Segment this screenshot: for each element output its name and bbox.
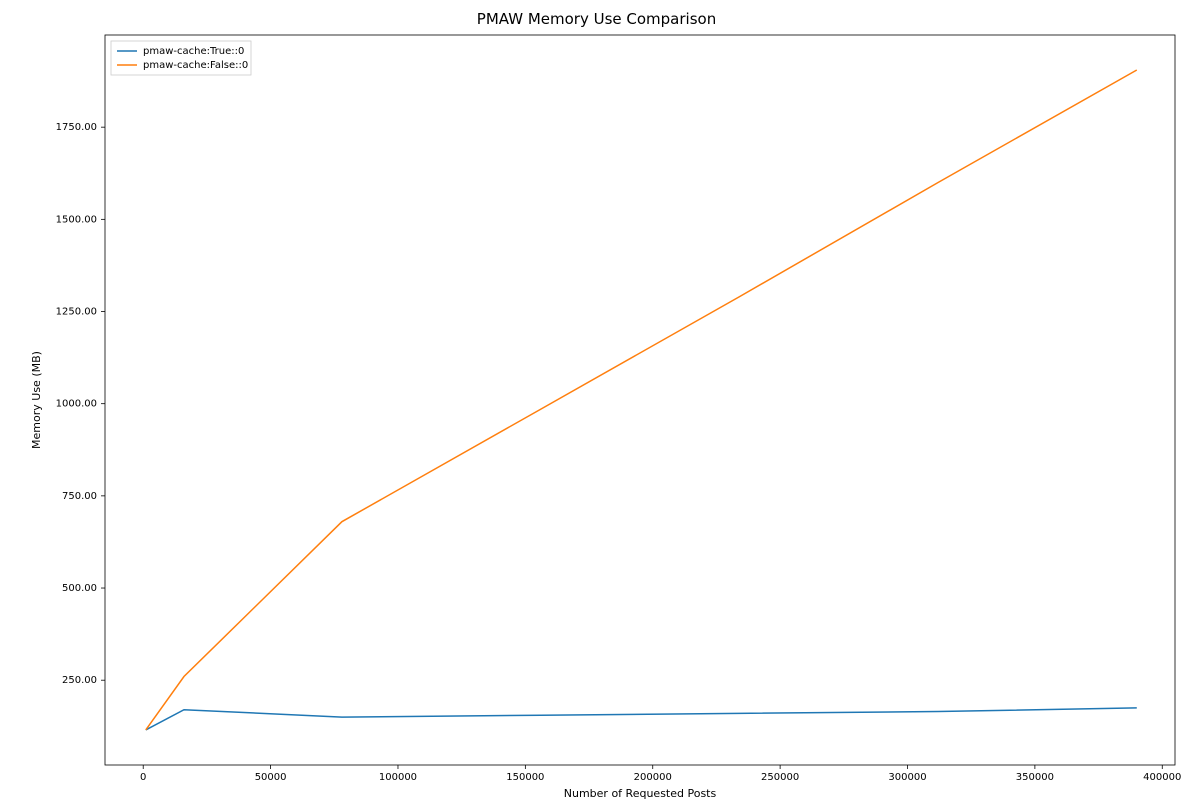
legend-label-0: pmaw-cache:True::0 <box>143 46 244 57</box>
x-tick-label: 250000 <box>761 772 799 783</box>
plot-area <box>105 35 1175 765</box>
x-tick-label: 350000 <box>1016 772 1054 783</box>
y-tick-label: 1250.00 <box>56 307 97 318</box>
y-axis-label: Memory Use (MB) <box>30 351 43 449</box>
y-tick-label: 1750.00 <box>56 122 97 133</box>
legend: pmaw-cache:True::0pmaw-cache:False::0 <box>111 41 251 75</box>
x-tick-label: 150000 <box>506 772 544 783</box>
x-tick-label: 50000 <box>255 772 287 783</box>
chart-svg: 0 50000 100000 150000 200000 250000 300000 3500… <box>0 0 1193 805</box>
x-tick-label: 300000 <box>888 772 926 783</box>
chart-container: PMAW Memory Use Comparison 0500001000001… <box>0 0 1193 805</box>
series-line-0 <box>146 708 1137 730</box>
y-tick-label: 1500.00 <box>56 214 97 225</box>
y-tick-label: 1000.00 <box>56 399 97 410</box>
y-tick-label: 750.00 <box>62 491 97 502</box>
x-tick-label: 100000 <box>379 772 417 783</box>
x-tick-label: 200000 <box>634 772 672 783</box>
x-axis: 0 50000 100000 150000 200000 250000 300000 3500… <box>140 765 1181 783</box>
legend-label-1: pmaw-cache:False::0 <box>143 60 248 71</box>
x-tick-label: 400000 <box>1143 772 1181 783</box>
x-axis-label: Number of Requested Posts <box>564 787 717 800</box>
x-tick-label: 0 <box>140 772 146 783</box>
series-line-1 <box>146 70 1137 730</box>
y-axis: 250.00 500.00 750.00 1000.00 1250.00 1500.00 1… <box>56 122 105 686</box>
y-tick-label: 250.00 <box>62 675 97 686</box>
y-tick-label: 500.00 <box>62 583 97 594</box>
